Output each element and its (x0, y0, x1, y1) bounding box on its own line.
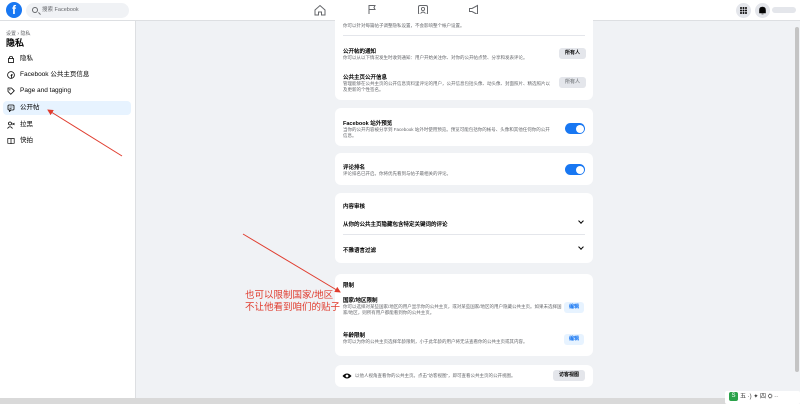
row-title: 国家/地区限制 (343, 298, 378, 304)
facebook-logo-icon[interactable]: f (6, 2, 22, 18)
sidebar-item-stories[interactable]: 快拍 (3, 134, 131, 148)
sidebar-item-label: Facebook 公共主页信息 (20, 71, 90, 78)
sidebar-item-block[interactable]: 拉黑 (3, 118, 131, 132)
age-restriction-edit-button[interactable]: 编辑 (564, 334, 584, 345)
chevron-down-icon[interactable] (578, 218, 584, 224)
row-title: Facebook 站外预览 (343, 121, 393, 127)
row-description: 管理能够在公共主页的公开信息资料里评论的用户，公开信息包括头像、动头像、封面照片… (343, 81, 550, 92)
notifications-button[interactable] (755, 3, 770, 18)
search-input[interactable]: 搜索 Facebook (26, 3, 129, 18)
sidebar-item-label: 公开帖 (20, 104, 40, 111)
menu-grid-button[interactable] (736, 3, 751, 18)
moderation-keyword-filter-row[interactable]: 从你的公共主页隐藏包含特定关键词的评论 (343, 220, 448, 228)
page-info-audience-button[interactable]: 所有人 (559, 77, 586, 88)
visitor-view-button[interactable]: 访客视图 (553, 370, 585, 381)
row-title: 公开帖的通知 (343, 49, 377, 55)
sidebar-item-page-and-tagging[interactable]: Page and tagging (3, 84, 131, 98)
row-description: 你可以针对每篇帖子调整隐私设置，不会影响整个帐户设置。 (343, 23, 465, 28)
row-title: 公共主页公开信息 (343, 75, 388, 81)
row-description: 当你的公开内容被分享到 Facebook 站外时使用预览。预览可能包括你的帐号、… (343, 127, 550, 138)
annotation-line: 也可以限制国家/地区 (245, 290, 334, 301)
facebook-icon (7, 71, 15, 79)
settings-card-public-info: 你可以针对每篇帖子调整隐私设置，不会影响整个帐户设置。 公开帖的通知 你可以从以… (335, 14, 593, 100)
profanity-filter-row[interactable]: 不雅语言过滤 (343, 246, 376, 254)
profile-avatar[interactable] (772, 7, 796, 13)
input-method-status: 五 ·) ✦ 四 ⛭ ·· (740, 394, 779, 400)
bell-icon (759, 6, 766, 15)
row-description: 你可以选择对某些国家/地区的用户显示你的公共主页，或对某些国家/地区的用户隐藏公… (343, 304, 562, 315)
sidebar-item-label: 快拍 (20, 137, 33, 144)
sidebar-item-page-info[interactable]: Facebook 公共主页信息 (3, 68, 131, 82)
row-title: 评论排名 (343, 165, 366, 171)
settings-sidebar: 设置 › 隐私 隐私 隐私 Facebook 公共主页信息 Page and t… (0, 21, 136, 404)
settings-card-comment-ranking: 评论排名 评论排名已开启。你将优先看到与帖子最相关的评论。 (335, 153, 593, 185)
sidebar-item-label: Page and tagging (20, 87, 71, 94)
row-description: 你可以从以下情况发生时收到通知：用户开始关注你、对你的公开帖点赞、分享和发表评论… (343, 55, 528, 60)
country-restriction-edit-button[interactable]: 编辑 (564, 302, 584, 313)
settings-card-restrictions: 限制 国家/地区限制 你可以选择对某些国家/地区的用户显示你的公共主页，或对某些… (335, 274, 593, 356)
sidebar-item-label: 隐私 (20, 55, 33, 62)
search-icon (32, 7, 38, 13)
row-description: 评论排名已开启。你将优先看到与帖子最相关的评论。 (343, 171, 451, 176)
arrow-to-country-restriction (242, 233, 341, 293)
section-heading: 限制 (343, 283, 355, 289)
comment-ranking-toggle[interactable] (565, 164, 585, 175)
post-icon (7, 104, 15, 112)
horizontal-scrollbar[interactable] (0, 398, 794, 404)
annotation-text: 也可以限制国家/地区 不让他看到咱们的贴子 (245, 290, 340, 314)
tag-icon (7, 87, 15, 95)
visitor-view-description: 以他人视角查看你的公共主页。点击“访客视图”，即可查看公共主页的公开视图。 (355, 373, 516, 378)
block-user-icon (7, 121, 15, 129)
book-icon (7, 138, 15, 145)
offsite-preview-toggle[interactable] (565, 123, 585, 134)
row-title: 年龄限制 (343, 333, 366, 339)
grid-icon (740, 7, 747, 14)
eye-icon (342, 373, 352, 379)
section-heading: 内容审核 (343, 204, 366, 210)
divider (343, 234, 585, 235)
row-description: 你可以为你的公共主页选择年龄限制，小于此年龄的用户将无法查看你的公共主页或其内容… (343, 339, 528, 344)
sidebar-item-label: 拉黑 (20, 121, 33, 128)
sogou-input-icon[interactable]: S (729, 391, 738, 401)
search-placeholder: 搜索 Facebook (42, 7, 79, 13)
input-method-toolbar[interactable]: S五 ·) ✦ 四 ⛭ ·· (725, 391, 800, 404)
page-scrollbar[interactable] (794, 22, 800, 404)
divider (343, 35, 585, 36)
chevron-down-icon[interactable] (578, 244, 584, 250)
visitor-view-card: 以他人视角查看你的公共主页。点击“访客视图”，即可查看公共主页的公开视图。 访客… (335, 365, 593, 387)
scrollbar-thumb[interactable] (795, 27, 799, 372)
settings-card-offsite-preview: Facebook 站外预览 当你的公开内容被分享到 Facebook 站外时使用… (335, 108, 593, 146)
page-title: 隐私 (6, 38, 25, 48)
settings-card-moderation: 内容审核 从你的公共主页隐藏包含特定关键词的评论 不雅语言过滤 (335, 193, 593, 263)
lock-icon (8, 55, 14, 63)
sidebar-item-public-posts[interactable]: 公开帖 (3, 101, 131, 115)
annotation-line: 不让他看到咱们的贴子 (245, 302, 341, 313)
sidebar-item-privacy[interactable]: 隐私 (3, 52, 131, 66)
notifications-audience-button[interactable]: 所有人 (559, 48, 586, 59)
home-icon[interactable] (313, 3, 327, 17)
